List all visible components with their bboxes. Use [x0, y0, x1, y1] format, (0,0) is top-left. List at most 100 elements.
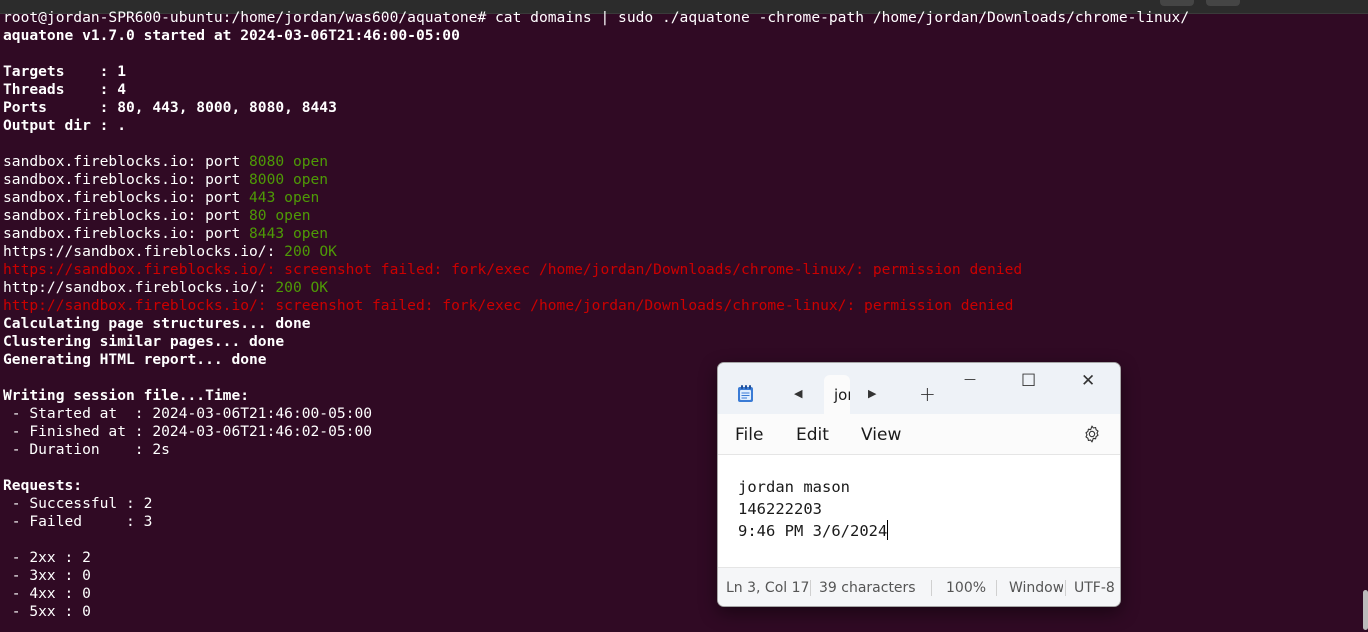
terminal-text: - 3xx : 0 [3, 567, 91, 584]
terminal-line: - Finished at : 2024-03-06T21:46:02-05:0… [3, 423, 1353, 441]
terminal-line: Generating HTML report... done [3, 351, 1353, 369]
terminal-line: sandbox.fireblocks.io: port 8443 open [3, 225, 1353, 243]
terminal-line: sandbox.fireblocks.io: port 443 open [3, 189, 1353, 207]
terminal-output[interactable]: root@jordan-SPR600-ubuntu:/home/jordan/w… [3, 9, 1353, 621]
terminal-text: Clustering similar pages... done [3, 333, 285, 350]
notepad-icon [738, 385, 753, 402]
terminal-line: sandbox.fireblocks.io: port 80 open [3, 207, 1353, 225]
terminal-text: http://sandbox.fireblocks.io/: screensho… [3, 297, 1014, 314]
terminal-text: aquatone v1.7.0 started at 2024-03-06T21… [3, 27, 460, 44]
terminal-text: 8080 open [249, 153, 329, 170]
terminal-text: sandbox.fireblocks.io: port [3, 153, 250, 170]
terminal-text: Calculating page structures... done [3, 315, 311, 332]
terminal-line: - Started at : 2024-03-06T21:46:00-05:00 [3, 405, 1353, 423]
window-control-button[interactable] [1160, 0, 1194, 6]
terminal-text: root@jordan-SPR600-ubuntu:/home/jordan/w… [3, 9, 1190, 26]
status-divider [1065, 580, 1066, 596]
terminal-text: sandbox.fireblocks.io: port [3, 171, 250, 188]
terminal-text: 200 OK [284, 243, 337, 260]
terminal-text: Targets : 1 [3, 63, 127, 80]
terminal-scrollbar[interactable] [1363, 590, 1368, 630]
menu-file[interactable]: File [735, 425, 763, 445]
terminal-text: 8000 open [249, 171, 329, 188]
terminal-text: Ports : 80, 443, 8000, 8080, 8443 [3, 99, 337, 116]
terminal-line: Calculating page structures... done [3, 315, 1353, 333]
terminal-line: - 2xx : 2 [3, 549, 1353, 567]
cursor-position: Ln 3, Col 17 [726, 580, 810, 596]
terminal-line: - Failed : 3 [3, 513, 1353, 531]
terminal-text: Requests: [3, 477, 83, 494]
close-button[interactable]: ✕ [1081, 371, 1095, 391]
terminal-line: http://sandbox.fireblocks.io/: 200 OK [3, 279, 1353, 297]
tab-scroll-left-icon[interactable]: ◀ [794, 387, 802, 400]
terminal-text: - Finished at : 2024-03-06T21:46:02-05:0… [3, 423, 373, 440]
terminal-text: Output dir : . [3, 117, 127, 134]
terminal-line: aquatone v1.7.0 started at 2024-03-06T21… [3, 27, 1353, 45]
tab-title: jordan [834, 386, 850, 404]
status-divider [931, 580, 932, 596]
terminal-line: Clustering similar pages... done [3, 333, 1353, 351]
terminal-line: Ports : 80, 443, 8000, 8080, 8443 [3, 99, 1353, 117]
terminal-line: Requests: [3, 477, 1353, 495]
terminal-text: - 2xx : 2 [3, 549, 91, 566]
editor-line: jordan mason [738, 478, 850, 496]
status-divider [996, 580, 997, 596]
terminal-line: - Duration : 2s [3, 441, 1353, 459]
terminal-text: Threads : 4 [3, 81, 127, 98]
terminal-line: Output dir : . [3, 117, 1353, 135]
character-count: 39 characters [819, 580, 916, 596]
terminal-text: Writing session file...Time: [3, 387, 250, 404]
minimize-button[interactable]: — [964, 372, 976, 386]
terminal-text: sandbox.fireblocks.io: port [3, 189, 250, 206]
gear-icon[interactable] [1082, 424, 1102, 444]
editor-line: 9:46 PM 3/6/2024 [738, 520, 889, 542]
window-control-button[interactable] [1206, 0, 1240, 6]
encoding[interactable]: UTF-8 [1074, 580, 1115, 596]
terminal-text: Generating HTML report... done [3, 351, 267, 368]
terminal-line: http://sandbox.fireblocks.io/: screensho… [3, 297, 1353, 315]
terminal-text: https://sandbox.fireblocks.io/: [3, 243, 285, 260]
menu-view[interactable]: View [861, 425, 901, 445]
terminal-line: - 3xx : 0 [3, 567, 1353, 585]
terminal-line: Threads : 4 [3, 81, 1353, 99]
menu-bar: File Edit View [718, 414, 1120, 455]
terminal-text: - 5xx : 0 [3, 603, 91, 620]
terminal-line: https://sandbox.fireblocks.io/: screensh… [3, 261, 1353, 279]
terminal-text: 200 OK [275, 279, 329, 296]
terminal-text: 8443 open [249, 225, 329, 242]
new-tab-button[interactable]: + [919, 382, 936, 406]
terminal-text: - Successful : 2 [3, 495, 153, 512]
terminal-text: sandbox.fireblocks.io: port [3, 225, 250, 242]
terminal-text: - Duration : 2s [3, 441, 170, 458]
terminal-line: Targets : 1 [3, 63, 1353, 81]
menu-edit[interactable]: Edit [796, 425, 829, 445]
editor-line: 146222203 [738, 500, 822, 518]
editor-content[interactable]: jordan mason 146222203 9:46 PM 3/6/2024 [738, 476, 889, 542]
text-caret [887, 520, 889, 540]
terminal-line: https://sandbox.fireblocks.io/: 200 OK [3, 243, 1353, 261]
terminal-text: - 4xx : 0 [3, 585, 91, 602]
tab-scroll-right-icon[interactable]: ▶ [868, 387, 876, 400]
text-editor[interactable]: jordan mason 146222203 9:46 PM 3/6/2024 [718, 455, 1120, 567]
terminal-line: - Successful : 2 [3, 495, 1353, 513]
tab-document[interactable]: jordan [824, 375, 850, 415]
terminal-text: http://sandbox.fireblocks.io/: [3, 279, 276, 296]
line-ending[interactable]: Windows (CRLF) [1009, 580, 1063, 596]
notepad-title-bar: ◀ jordan ▶ + — ☐ ✕ [718, 363, 1120, 415]
maximize-button[interactable]: ☐ [1021, 371, 1036, 391]
terminal-text: https://sandbox.fireblocks.io/: screensh… [3, 261, 1023, 278]
terminal-text: - Started at : 2024-03-06T21:46:00-05:00 [3, 405, 373, 422]
notepad-window[interactable]: ◀ jordan ▶ + — ☐ ✕ File Edit View jordan… [717, 362, 1121, 607]
terminal-line: - 4xx : 0 [3, 585, 1353, 603]
zoom-level[interactable]: 100% [946, 580, 986, 596]
terminal-text: 80 open [249, 207, 311, 224]
terminal-text: 443 open [249, 189, 320, 206]
status-bar: Ln 3, Col 17 39 characters 100% Windows … [718, 567, 1120, 606]
terminal-text: sandbox.fireblocks.io: port [3, 207, 250, 224]
terminal-line: Writing session file...Time: [3, 387, 1353, 405]
